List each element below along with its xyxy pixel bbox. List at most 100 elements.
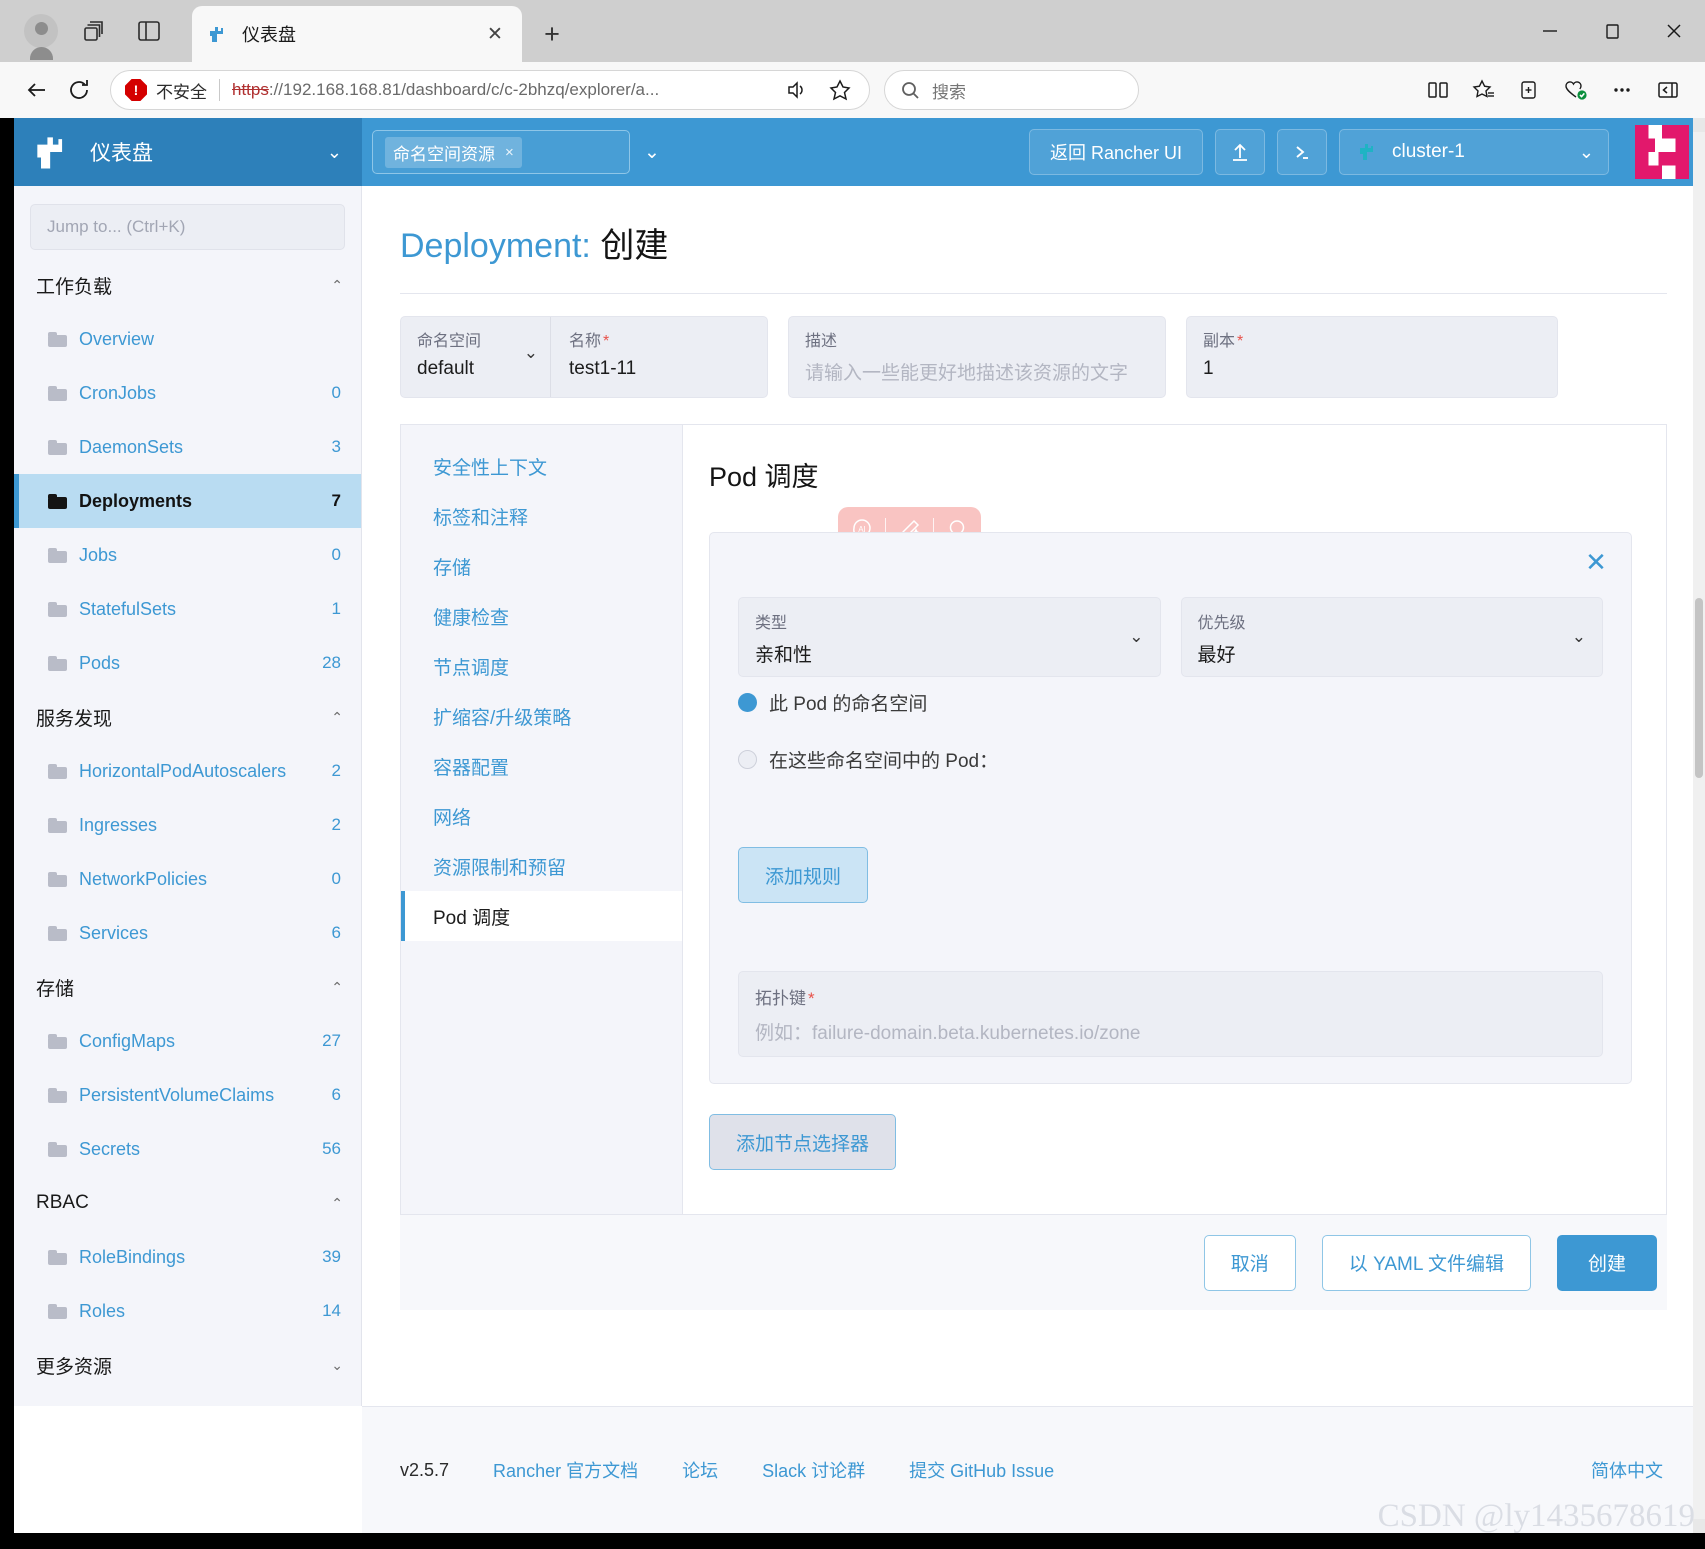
profile-avatar-icon[interactable] — [24, 14, 58, 60]
tab-health-check[interactable]: 健康检查 — [401, 591, 682, 641]
create-button[interactable]: 创建 — [1556, 1234, 1657, 1291]
address-bar[interactable]: ! 不安全 https://192.168.168.81/dashboard/c… — [110, 70, 870, 110]
sidebar-toggle-icon[interactable] — [1647, 69, 1689, 111]
chevron-down-icon[interactable]: ⌄ — [331, 1357, 343, 1374]
name-input[interactable]: 名称 * test1-11 — [551, 317, 767, 397]
chevron-up-icon[interactable]: ⌃ — [331, 709, 343, 726]
namespace-filter[interactable]: 命名空间资源 × — [372, 130, 630, 174]
chevron-up-icon[interactable]: ⌃ — [331, 979, 343, 996]
sidebar-item-persistentvolumeclaims[interactable]: PersistentVolumeClaims 6 — [14, 1068, 361, 1122]
user-avatar-icon[interactable] — [1635, 125, 1689, 179]
security-indicator[interactable]: ! 不安全 — [125, 78, 207, 103]
collections-star-icon[interactable] — [1463, 69, 1505, 111]
product-menu[interactable]: 仪表盘 ⌄ — [14, 118, 362, 186]
tab-networking[interactable]: 网络 — [401, 791, 682, 841]
sidebar-item-daemonsets[interactable]: DaemonSets 3 — [14, 420, 361, 474]
panel-title: Pod 调度 — [709, 462, 819, 492]
tab-pod-scheduling[interactable]: Pod 调度 — [401, 891, 682, 941]
chevron-down-icon[interactable]: ⌄ — [1572, 627, 1586, 647]
sidebar-item-rolebindings[interactable]: RoleBindings 39 — [14, 1230, 361, 1284]
chevron-up-icon[interactable]: ⌃ — [331, 277, 343, 294]
affinity-priority-select[interactable]: 优先级 最好 ⌄ — [1180, 597, 1603, 677]
sidebar-item-jobs[interactable]: Jobs 0 — [14, 528, 361, 582]
chevron-down-icon[interactable]: ⌄ — [1129, 627, 1143, 647]
tab-node-scheduling[interactable]: 节点调度 — [401, 641, 682, 691]
nav-group-service-discovery[interactable]: 服务发现 ⌃ — [14, 690, 361, 744]
tab-security-context[interactable]: 安全性上下文 — [401, 441, 682, 491]
add-extension-icon[interactable] — [1509, 69, 1551, 111]
chip-remove-icon[interactable]: × — [505, 144, 514, 161]
footer-link-forums[interactable]: 论坛 — [682, 1457, 718, 1483]
add-rule-button[interactable]: 添加规则 — [738, 847, 869, 903]
cluster-chevron-down-icon[interactable]: ⌄ — [1579, 142, 1594, 163]
sidebar-item-statefulsets[interactable]: StatefulSets 1 — [14, 582, 361, 636]
sidebar-item-networkpolicies[interactable]: NetworkPolicies 0 — [14, 852, 361, 906]
footer-link-github-issue[interactable]: 提交 GitHub Issue — [909, 1457, 1054, 1483]
tab-container-config[interactable]: 容器配置 — [401, 741, 682, 791]
tab-scaling-upgrade-policy[interactable]: 扩缩容/升级策略 — [401, 691, 682, 741]
minimize-icon[interactable] — [1519, 0, 1581, 62]
chevron-down-icon[interactable]: ⌄ — [327, 142, 346, 163]
scroll-up-arrow-icon[interactable] — [1693, 118, 1705, 132]
tab-labels-annotations[interactable]: 标签和注释 — [401, 491, 682, 541]
close-icon[interactable]: ✕ — [1581, 547, 1611, 577]
footer-link-docs[interactable]: Rancher 官方文档 — [493, 1457, 638, 1483]
sidebar-item-configmaps[interactable]: ConfigMaps 27 — [14, 1014, 361, 1068]
browser-essentials-icon[interactable] — [1555, 69, 1597, 111]
window-close-icon[interactable] — [1643, 0, 1705, 62]
description-input[interactable]: 描述 请输入一些能更好地描述该资源的文字 — [788, 316, 1166, 398]
maximize-icon[interactable] — [1581, 0, 1643, 62]
affinity-type-select[interactable]: 类型 亲和性 ⌄ — [738, 597, 1161, 677]
scroll-down-arrow-icon[interactable] — [1693, 1519, 1705, 1533]
radio-these-namespaces[interactable]: 在这些命名空间中的 Pod： — [738, 746, 1603, 773]
new-tab-button[interactable]: + — [534, 16, 570, 52]
namespace-filter-chevron-down-icon[interactable]: ⌄ — [644, 141, 660, 164]
jump-to-input[interactable]: Jump to... (Ctrl+K) — [30, 204, 345, 250]
sidebar-item-pods[interactable]: Pods 28 — [14, 636, 361, 690]
nav-group-workloads[interactable]: 工作负载 ⌃ — [14, 258, 361, 312]
tab-groups-icon[interactable] — [78, 14, 112, 48]
split-screen-icon[interactable] — [1417, 69, 1459, 111]
nav-group-storage[interactable]: 存储 ⌃ — [14, 960, 361, 1014]
more-options-icon[interactable] — [1601, 69, 1643, 111]
chevron-down-icon[interactable]: ⌄ — [524, 343, 538, 363]
nav-group-more-resources[interactable]: 更多资源 ⌄ — [14, 1338, 361, 1392]
sidebar-item-cronjobs[interactable]: CronJobs 0 — [14, 366, 361, 420]
nav-group-label: 更多资源 — [36, 1356, 113, 1378]
tab-resource-limits[interactable]: 资源限制和预留 — [401, 841, 682, 891]
radio-this-pod-namespace[interactable]: 此 Pod 的命名空间 — [738, 689, 1603, 716]
back-icon[interactable] — [16, 69, 58, 111]
scrollbar-thumb[interactable] — [1695, 598, 1703, 778]
kubectl-shell-icon[interactable] — [1277, 129, 1327, 175]
favorite-star-icon[interactable] — [819, 69, 861, 111]
sidebar-item-services[interactable]: Services 6 — [14, 906, 361, 960]
browser-tab-active[interactable]: 仪表盘 ✕ — [192, 6, 522, 62]
affinity-priority-value: 最好 — [1197, 645, 1236, 666]
sidebar-item-secrets[interactable]: Secrets 56 — [14, 1122, 361, 1176]
split-pane-icon[interactable] — [132, 14, 166, 48]
language-selector[interactable]: 简体中文 — [1591, 1457, 1663, 1483]
sidebar-item-deployments[interactable]: Deployments 7 — [14, 474, 361, 528]
read-aloud-icon[interactable] — [775, 69, 817, 111]
topology-key-input[interactable]: 拓扑键 * 例如：failure-domain.beta.kubernetes.i… — [738, 971, 1603, 1057]
replicas-input[interactable]: 副本 * 1 — [1186, 316, 1558, 398]
edit-yaml-button[interactable]: 以 YAML 文件编辑 — [1321, 1234, 1531, 1291]
sidebar-item-overview[interactable]: Overview — [14, 312, 361, 366]
namespace-select[interactable]: 命名空间 default ⌄ — [401, 317, 551, 397]
footer-link-slack[interactable]: Slack 讨论群 — [762, 1457, 865, 1483]
chevron-up-icon[interactable]: ⌃ — [331, 1195, 343, 1212]
reload-icon[interactable] — [58, 69, 100, 111]
tab-storage[interactable]: 存储 — [401, 541, 682, 591]
sidebar-item-ingresses[interactable]: Ingresses 2 — [14, 798, 361, 852]
search-box[interactable]: 搜索 — [884, 70, 1139, 110]
sidebar-item-horizontalpodautoscalers[interactable]: HorizontalPodAutoscalers 2 — [14, 744, 361, 798]
import-yaml-icon[interactable] — [1215, 129, 1265, 175]
nav-group-rbac[interactable]: RBAC ⌃ — [14, 1176, 361, 1230]
cancel-button[interactable]: 取消 — [1203, 1234, 1296, 1291]
page-scrollbar[interactable] — [1693, 118, 1705, 1533]
add-node-selector-button[interactable]: 添加节点选择器 — [709, 1114, 897, 1170]
sidebar-item-roles[interactable]: Roles 14 — [14, 1284, 361, 1338]
close-icon[interactable]: ✕ — [482, 21, 508, 47]
cluster-selector[interactable]: cluster-1 ⌄ — [1339, 129, 1609, 175]
back-to-rancher-button[interactable]: 返回 Rancher UI — [1028, 129, 1203, 175]
